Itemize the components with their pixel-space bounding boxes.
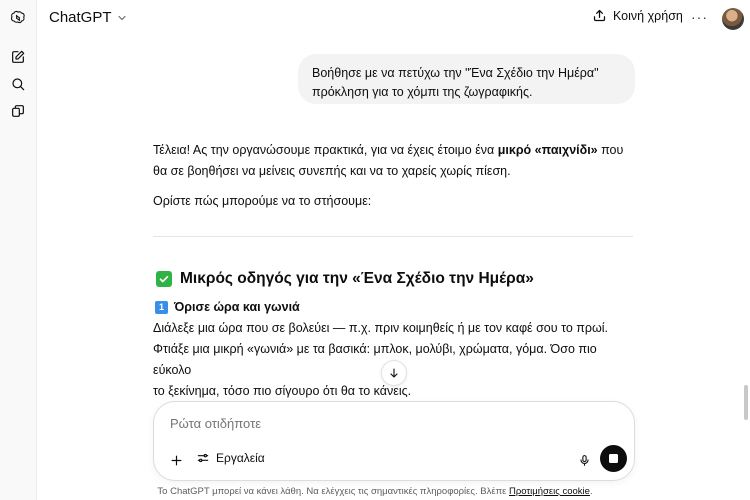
step-heading-text: Όρισε ώρα και γωνιά	[174, 300, 300, 314]
disclaimer-text: Το ChatGPT μπορεί να κάνει λάθη. Να ελέγ…	[157, 486, 510, 497]
message-composer: Εργαλεία	[153, 401, 635, 481]
share-icon	[593, 9, 606, 22]
chevron-down-icon	[117, 15, 126, 20]
intro-bold-text: μικρό «παιχνίδι»	[497, 143, 598, 157]
scroll-to-bottom-button[interactable]	[381, 360, 407, 386]
user-message-bubble: Βοήθησε με να πετύχω την "Ένα Σχέδιο την…	[298, 54, 635, 104]
guide-heading-text: Μικρός οδηγός για την «Ένα Σχέδιο την Ημ…	[180, 270, 534, 287]
plus-icon	[171, 455, 181, 465]
setup-line: Ορίστε πώς μπορούμε να το στήσουμε:	[153, 194, 372, 208]
microphone-icon	[579, 454, 589, 466]
library-icon[interactable]	[7, 100, 29, 122]
scrollbar[interactable]	[742, 38, 750, 500]
new-chat-icon[interactable]	[7, 46, 29, 68]
dictate-button[interactable]	[574, 450, 594, 470]
top-header: ChatGPT Κοινή χρήση ···	[37, 0, 750, 38]
share-button[interactable]: Κοινή χρήση	[592, 8, 683, 23]
step-heading: 1 Όρισε ώρα και γωνιά	[155, 300, 300, 314]
more-options-button[interactable]: ···	[691, 9, 708, 25]
step-line: Διάλεξε μια ώρα που σε βολεύει — π.χ. πρ…	[153, 321, 608, 335]
tools-button[interactable]: Εργαλεία	[196, 451, 265, 465]
model-selector[interactable]: ChatGPT	[49, 9, 128, 26]
intro-text: Τέλεια! Ας την οργανώσουμε πρακτικά, για…	[153, 143, 498, 157]
footer-disclaimer: Το ChatGPT μπορεί να κάνει λάθη. Να ελέγ…	[0, 486, 750, 497]
share-label: Κοινή χρήση	[613, 8, 683, 23]
sliders-icon	[197, 453, 209, 463]
arrow-down-icon	[390, 368, 398, 378]
check-mark-icon	[156, 271, 172, 287]
stop-icon	[609, 454, 618, 463]
cookie-preferences-link[interactable]: Προτιμήσεις cookie	[509, 486, 590, 497]
assistant-intro: Τέλεια! Ας την οργανώσουμε πρακτικά, για…	[153, 140, 635, 182]
section-divider	[153, 236, 633, 237]
sidebar-rail	[0, 0, 37, 500]
search-icon[interactable]	[7, 73, 29, 95]
stop-generating-button[interactable]	[600, 445, 627, 472]
keycap-one-icon: 1	[155, 300, 168, 314]
guide-heading: Μικρός οδηγός για την «Ένα Σχέδιο την Ημ…	[156, 270, 534, 288]
tools-label: Εργαλεία	[216, 451, 265, 465]
add-attachment-button[interactable]	[166, 450, 186, 470]
disclaimer-suffix: .	[589, 486, 593, 497]
prompt-input[interactable]	[170, 416, 610, 431]
avatar[interactable]	[722, 8, 744, 30]
model-label: ChatGPT	[49, 9, 112, 26]
openai-logo-icon[interactable]	[7, 7, 29, 29]
assistant-message: Τέλεια! Ας την οργανώσουμε πρακτικά, για…	[153, 140, 635, 221]
scrollbar-thumb[interactable]	[744, 385, 748, 420]
